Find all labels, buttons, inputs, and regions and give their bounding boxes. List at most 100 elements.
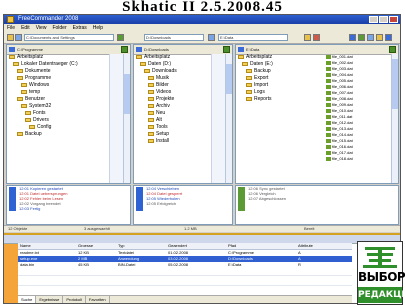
sync-icon[interactable] [358,34,365,41]
favorites-icon[interactable] [376,34,383,41]
tree-item[interactable]: Daten (E:) [236,61,316,68]
forward-icon[interactable] [208,34,215,41]
menu-view[interactable]: View [36,24,47,32]
tree-item[interactable]: Videos [134,89,212,96]
go-icon[interactable] [389,46,396,53]
tree-item[interactable]: Programme [7,75,110,82]
address-field-left[interactable]: C:\Documents and Settings [24,34,114,41]
go-icon[interactable] [121,46,128,53]
right-pane: E:\Data Arbeitsplatz Daten (E:) Backup E… [235,44,399,184]
refresh-icon[interactable] [117,34,124,41]
tree-item[interactable]: Install [134,138,212,145]
tree-item[interactable]: Export [236,75,316,82]
folder-icon [148,75,154,80]
menu-help[interactable]: Help [93,24,103,32]
menu-folder[interactable]: Folder [52,24,66,32]
table-row[interactable]: data.bin 45 KB BIN-Datei 05.02.2008 E:\D… [18,262,352,268]
right-scrollbar[interactable] [391,54,398,183]
delete-icon[interactable] [313,34,320,41]
scroll-thumb[interactable] [392,59,398,109]
tree-item[interactable]: Config [7,124,110,131]
tree-item[interactable]: Import [236,82,316,89]
left-scrollbar[interactable] [123,54,130,183]
tree-item[interactable]: Setup [134,131,212,138]
folder-icon [21,103,27,108]
file-icon [326,114,331,119]
menu-bar: File Edit View Folder Extras Help [4,24,400,32]
tab-favorites[interactable]: Favoriten [86,296,110,303]
col-name[interactable]: Name [20,243,31,249]
folder-icon [246,75,252,80]
folder-icon[interactable] [7,34,14,41]
maximize-button[interactable] [379,16,388,23]
tree-item[interactable]: Neu [134,110,212,117]
tab-log[interactable]: Protokoll [63,296,86,303]
folder-icon [9,54,15,59]
tree-item[interactable]: Arbeitsplatz [7,54,110,61]
tree-item[interactable]: Lokaler Datentraeger (C:) [7,61,110,68]
copy-icon[interactable] [304,34,311,41]
left-pane: C:\Programme Arbeitsplatz Lokaler Datent… [6,44,131,184]
right-path: E:\Data [246,47,260,52]
address-field-right[interactable]: E:\Data [218,34,288,41]
close-button[interactable] [389,16,398,23]
right-log: 12:06 Sync gestartet 12:06 Vergleich 12:… [235,185,399,225]
status-size: 1.2 MB [184,226,197,231]
tree-item[interactable]: Backup [7,131,110,138]
folder-icon [246,96,252,101]
middle-scrollbar[interactable] [225,54,232,183]
tree-item[interactable]: Windows [7,82,110,89]
col-size[interactable]: Groesse [78,243,93,249]
badge-subtitle: РЕДАКЦИИ [358,287,405,303]
window-controls [369,16,398,23]
tree-item[interactable]: Arbeitsplatz [134,54,212,61]
file-icon [326,156,331,161]
tree-item[interactable]: Downloads [134,68,212,75]
tree-item[interactable]: Backup [236,68,316,75]
col-attributes[interactable]: Attribute [298,243,313,249]
address-field-mid[interactable]: D:\Downloads [144,34,204,41]
col-type[interactable]: Typ [118,243,124,249]
col-modified[interactable]: Geaendert [168,243,187,249]
tree-item[interactable]: Arbeitsplatz [236,54,316,61]
tree-item[interactable]: Projekte [134,96,212,103]
minimize-button[interactable] [369,16,378,23]
tree-item[interactable]: Bilder [134,82,212,89]
list-item[interactable]: file_018.dat [326,156,392,162]
file-icon [326,102,331,107]
tree-item[interactable]: temp [7,89,110,96]
menu-extras[interactable]: Extras [73,24,87,32]
scroll-thumb[interactable] [124,74,130,114]
menu-edit[interactable]: Edit [21,24,30,32]
tree-item[interactable]: Fonts [7,110,110,117]
tree-item[interactable]: Dokumente [7,68,110,75]
tree-item[interactable]: Archiv [134,103,212,110]
tree-item[interactable]: Logs [236,89,316,96]
tree-item[interactable]: Benutzer [7,96,110,103]
tree-item[interactable]: Reports [236,96,316,103]
menu-file[interactable]: File [7,24,15,32]
go-icon[interactable] [223,46,230,53]
tree-item[interactable]: Daten (D:) [134,61,212,68]
tree-item[interactable]: System32 [7,103,110,110]
tree-item[interactable]: Alt [134,117,212,124]
folder-icon [148,96,154,101]
back-icon[interactable] [15,34,22,41]
side-strip [4,235,18,303]
tab-results[interactable]: Ergebnisse [36,296,64,303]
file-icon [326,120,331,125]
file-icon [326,66,331,71]
tree-item[interactable]: Drivers [7,117,110,124]
settings-icon[interactable] [367,34,374,41]
scroll-thumb[interactable] [226,64,232,94]
view-icon[interactable] [349,34,356,41]
col-path[interactable]: Pfad [228,243,236,249]
tree-item[interactable]: Musik [134,75,212,82]
folder-icon [148,110,154,115]
file-icon [326,138,331,143]
right-tree: Arbeitsplatz Daten (E:) Backup Export Im… [236,54,316,183]
details-column [211,54,226,183]
tab-search[interactable]: Suche [18,296,37,303]
tree-item[interactable]: Tools [134,124,212,131]
help-icon[interactable] [385,34,392,41]
